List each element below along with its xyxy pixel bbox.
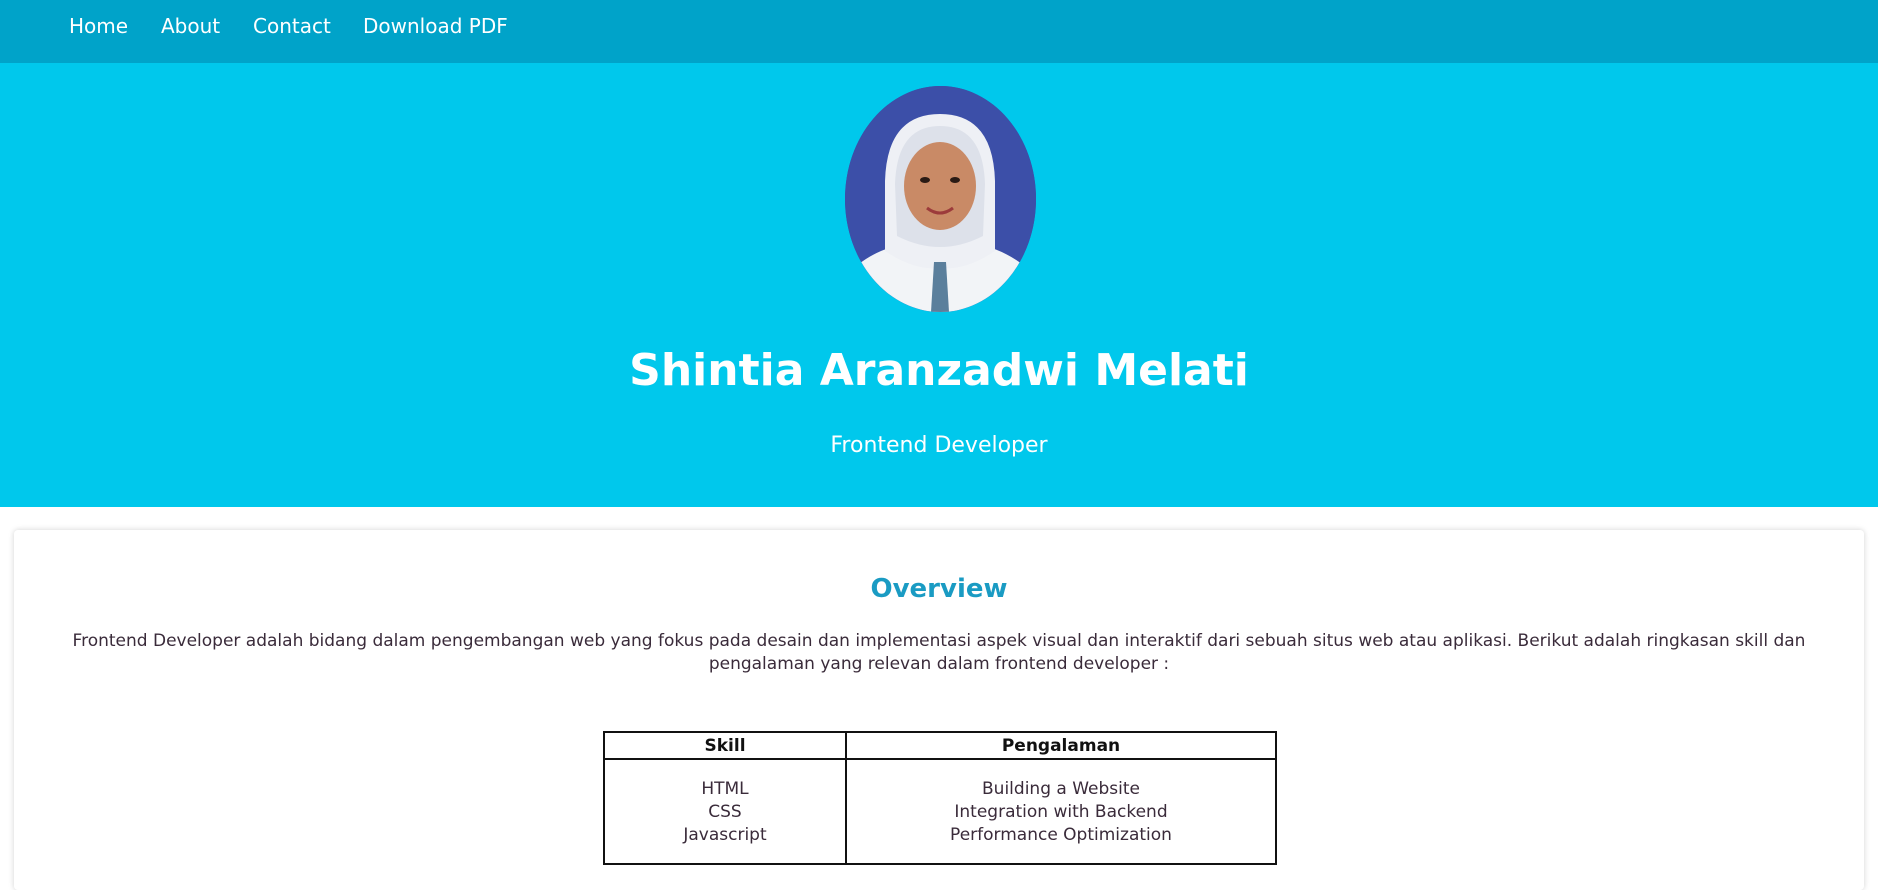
- skills-table: Skill Pengalaman HTML CSS Javascript Bui…: [603, 731, 1277, 865]
- skill-item: HTML: [701, 779, 749, 799]
- experience-cell: Building a Website Integration with Back…: [845, 758, 1277, 865]
- experience-item: Integration with Backend: [954, 802, 1168, 822]
- nav-contact-link[interactable]: Contact: [253, 14, 331, 38]
- table-header-experience: Pengalaman: [845, 731, 1277, 760]
- nav-home-link[interactable]: Home: [69, 14, 128, 38]
- profile-photo-icon: [845, 86, 1036, 312]
- table-header-row: Skill Pengalaman: [603, 731, 1277, 760]
- overview-description: Frontend Developer adalah bidang dalam p…: [72, 631, 1806, 674]
- table-header-skill: Skill: [603, 731, 847, 760]
- skill-cell: HTML CSS Javascript: [603, 758, 847, 865]
- nav-about-link[interactable]: About: [161, 14, 220, 38]
- hero-section: Shintia Aranzadwi Melati Frontend Develo…: [0, 63, 1878, 507]
- skill-item: Javascript: [683, 825, 767, 845]
- table-row: HTML CSS Javascript Building a Website I…: [603, 758, 1277, 865]
- experience-item: Building a Website: [982, 779, 1140, 799]
- top-navbar: Home About Contact Download PDF: [0, 0, 1878, 63]
- nav-download-pdf-link[interactable]: Download PDF: [363, 14, 508, 38]
- profile-avatar: [845, 86, 1036, 312]
- profile-role: Frontend Developer: [830, 433, 1048, 458]
- overview-card: Overview Frontend Developer adalah bidan…: [14, 530, 1864, 890]
- overview-title: Overview: [870, 574, 1008, 604]
- skill-item: CSS: [708, 802, 742, 822]
- profile-name: Shintia Aranzadwi Melati: [629, 345, 1249, 396]
- experience-item: Performance Optimization: [950, 825, 1172, 845]
